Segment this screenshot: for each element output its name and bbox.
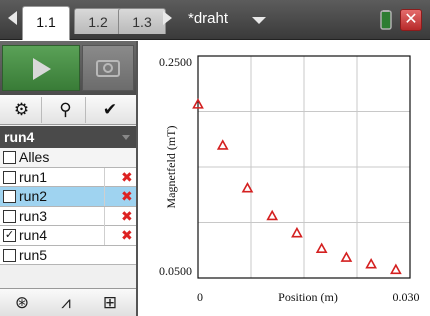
graph-view[interactable]: 0.2500 0.0500 0 0.030 Position (m) Magne… [140, 41, 430, 316]
location-pin-icon[interactable]: ⚲ [46, 97, 86, 123]
data-point[interactable] [266, 209, 279, 221]
table-view-icon[interactable]: ⊞ [90, 291, 130, 315]
data-point[interactable] [216, 139, 229, 150]
divider [104, 206, 105, 226]
data-point[interactable] [340, 251, 353, 262]
close-icon[interactable]: ✕ [400, 9, 422, 31]
run-row-run1[interactable]: run1 ✖ [0, 167, 136, 187]
checkmark-icon[interactable]: ✔ [90, 97, 130, 123]
gear-icon[interactable]: ⚙ [2, 97, 42, 123]
start-collection-button[interactable] [2, 45, 80, 91]
tool-row: ⚙ ⚲ ✔ [0, 95, 136, 125]
checkbox[interactable] [3, 190, 16, 203]
nav-left-icon[interactable] [8, 11, 17, 25]
tab-page-1-2[interactable]: 1.2 [74, 8, 122, 34]
data-point[interactable] [291, 226, 303, 238]
y-axis-label: Magnetfeld (mT) [164, 126, 178, 209]
run-row-run4[interactable]: ✓ run4 ✖ [0, 226, 136, 246]
run-label: run4 [19, 227, 48, 243]
play-icon [33, 58, 51, 80]
divider [104, 167, 105, 187]
run-selector[interactable]: run4 [0, 126, 136, 148]
data-point[interactable] [365, 257, 377, 269]
document-tab-bar: 1.1 1.2 1.3 *draht ✕ [0, 0, 430, 40]
data-point[interactable] [390, 263, 402, 275]
x-axis-label: Position (m) [278, 290, 338, 304]
run-label: Alles [19, 149, 50, 165]
run-label: run3 [19, 207, 48, 224]
run-label: run2 [19, 188, 48, 204]
run-selector-value: run4 [4, 129, 35, 145]
checkbox-checked[interactable]: ✓ [3, 229, 16, 242]
delete-run-icon[interactable]: ✖ [121, 207, 133, 226]
delete-run-icon[interactable]: ✖ [121, 226, 133, 245]
data-collection-panel: ⚙ ⚲ ✔ run4 Alles run1 ✖ run2 ✖ run3 ✖ ✓ … [0, 41, 138, 316]
meter-view-icon[interactable]: ⊛ [2, 291, 42, 315]
run-row-run3[interactable]: run3 ✖ [0, 206, 136, 226]
run-row-alles[interactable]: Alles [0, 148, 136, 168]
nav-right-icon[interactable] [163, 11, 172, 25]
tab-page-1-1[interactable]: 1.1 [22, 6, 70, 40]
dropdown-icon[interactable] [252, 17, 266, 24]
divider [104, 187, 105, 206]
divider [104, 226, 105, 245]
battery-icon [380, 10, 392, 30]
run-row-run5[interactable]: run5 [0, 245, 136, 265]
keep-point-button[interactable] [82, 45, 134, 91]
camera-lens-icon [103, 63, 113, 73]
chevron-down-icon [122, 135, 130, 140]
data-point[interactable] [315, 242, 328, 253]
y-tick-label-min: 0.0500 [159, 264, 192, 278]
checkbox[interactable] [3, 209, 16, 223]
run-list: Alles run1 ✖ run2 ✖ run3 ✖ ✓ run4 ✖ run5 [0, 148, 136, 265]
run-row-run2[interactable]: run2 ✖ [0, 187, 136, 207]
delete-run-icon[interactable]: ✖ [121, 168, 133, 187]
tab-page-1-3[interactable]: 1.3 [118, 8, 166, 34]
run-label: run1 [19, 168, 48, 185]
x-tick-label-max: 0.030 [393, 290, 420, 304]
y-tick-label-max: 0.2500 [159, 55, 192, 69]
capture-toolbar [0, 41, 136, 95]
scatter-chart: 0.2500 0.0500 0 0.030 Position (m) Magne… [159, 55, 420, 304]
document-title[interactable]: *draht [188, 10, 228, 27]
graph-view-icon[interactable]: ⩘ [46, 291, 86, 315]
checkbox[interactable] [3, 248, 16, 262]
run-label: run5 [19, 246, 48, 263]
checkbox[interactable] [3, 151, 16, 164]
checkbox[interactable] [3, 170, 16, 184]
x-tick-label-min: 0 [197, 290, 203, 304]
view-switcher: ⊛ ⩘ ⊞ [0, 288, 136, 316]
delete-run-icon[interactable]: ✖ [121, 187, 133, 206]
